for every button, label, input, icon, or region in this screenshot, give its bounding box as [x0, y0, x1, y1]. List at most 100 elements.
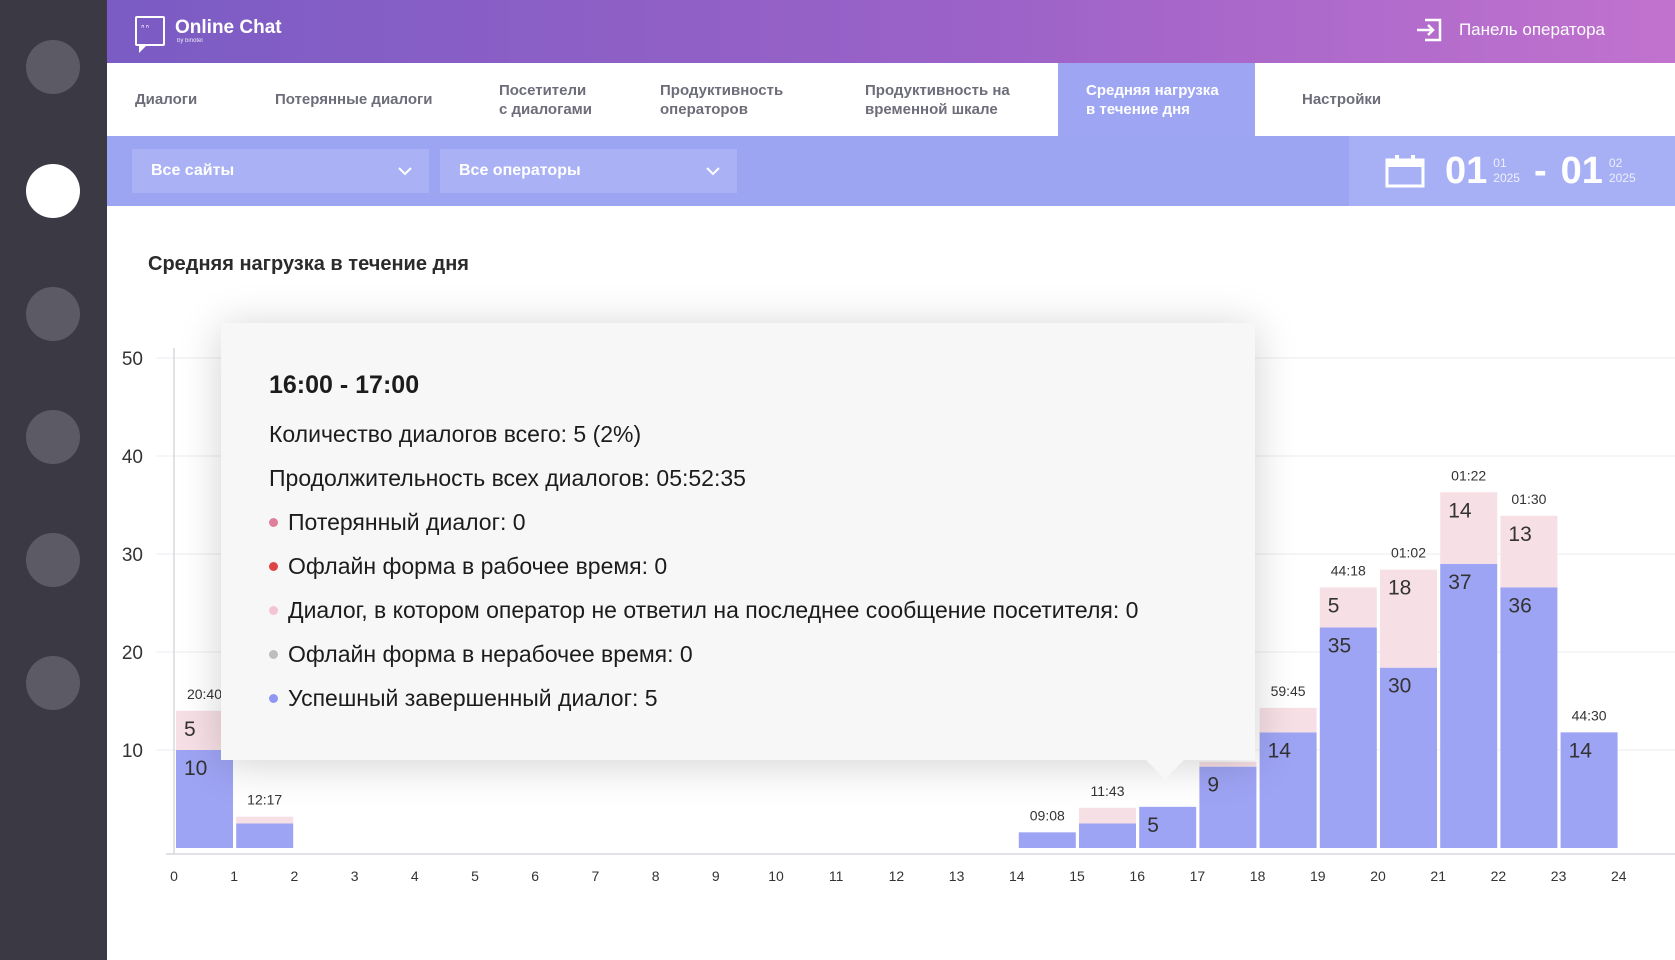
x-tick-label: 8 [652, 868, 660, 884]
x-tick-label: 24 [1611, 868, 1627, 884]
tab-average-daily-load[interactable]: Средняя нагрузка в течение дня [1058, 63, 1255, 136]
sites-select-value: Все сайты [151, 162, 235, 179]
bar-pending-value-label: 5 [184, 718, 196, 741]
bar-pending-hour-15 [1079, 807, 1136, 824]
chat-logo-icon: ᐢᐢ [135, 16, 165, 53]
tooltip-item-offline-work-hours: Офлайн форма в рабочее время: 0 [269, 553, 667, 580]
tooltip-item-label: Офлайн форма в рабочее время: 0 [288, 553, 668, 579]
tooltip-item-success: Успешный завершенный диалог: 5 [269, 685, 658, 712]
rail-nav-item-5[interactable] [26, 533, 80, 587]
tab-operator-productivity[interactable]: Продуктивность операторов [632, 63, 837, 136]
bar-success-value-label: 9 [1207, 774, 1219, 797]
x-tick-label: 18 [1250, 868, 1266, 884]
left-rail [0, 0, 107, 960]
bar-duration-label: 01:22 [1451, 467, 1486, 483]
chart-title: Средняя нагрузка в течение дня [148, 253, 469, 275]
tooltip-item-lost: Потерянный диалог: 0 [269, 509, 526, 536]
chevron-down-icon [706, 167, 720, 176]
y-tick-label: 10 [122, 741, 143, 762]
bar-pending-value-label: 5 [1328, 594, 1340, 617]
date-to-month: 02 [1608, 156, 1623, 170]
x-tick-label: 6 [531, 868, 539, 884]
bar-success-value-label: 36 [1508, 594, 1531, 617]
y-tick-label: 40 [122, 447, 143, 468]
rail-nav-item-6[interactable] [26, 656, 80, 710]
x-tick-label: 14 [1009, 868, 1025, 884]
x-tick-label: 9 [712, 868, 720, 884]
x-tick-label: 10 [768, 868, 784, 884]
rail-nav-item-3[interactable] [26, 287, 80, 341]
tooltip-item-label: Успешный завершенный диалог: 5 [288, 685, 658, 711]
tab-dialogs[interactable]: Диалоги [107, 63, 247, 136]
rail-nav-item-1[interactable] [26, 40, 80, 94]
brand-title: Online Chat [175, 17, 282, 38]
x-tick-label: 7 [592, 868, 600, 884]
bar-success-value-label: 5 [1147, 814, 1159, 837]
bar-pending-hour-17 [1199, 761, 1257, 767]
tooltip-item-label: Офлайн форма в нерабочее время: 0 [288, 641, 693, 667]
bar-success-hour-1 [236, 823, 294, 848]
x-tick-label: 3 [351, 868, 359, 884]
date-to-day: 01 [1560, 149, 1603, 192]
tooltip-pointer [1145, 759, 1185, 779]
rail-nav-item-2-active[interactable] [26, 164, 80, 218]
x-tick-label: 4 [411, 868, 419, 884]
operators-select[interactable]: Все операторы [440, 149, 737, 193]
bar-success-hour-22 [1500, 587, 1558, 848]
x-tick-label: 20 [1370, 868, 1386, 884]
bar-success-hour-21 [1440, 563, 1498, 848]
tab-settings[interactable]: Настройки [1255, 63, 1435, 136]
bar-pending-hour-18 [1259, 707, 1317, 733]
y-tick-label: 50 [122, 349, 143, 370]
tooltip-title: 16:00 - 17:00 [269, 371, 420, 399]
x-tick-label: 0 [170, 868, 178, 884]
brand-logo[interactable]: ᐢᐢ Online Chat by binotel [135, 16, 282, 53]
operators-select-value: Все операторы [459, 162, 581, 179]
bar-success-value-label: 14 [1569, 739, 1593, 762]
tab-timeline-productivity[interactable]: Продуктивность на временной шкале [837, 63, 1058, 136]
bar-duration-label: 44:30 [1572, 707, 1607, 723]
operator-panel-link[interactable]: Панель оператора [1415, 18, 1605, 42]
bar-success-value-label: 37 [1448, 571, 1471, 594]
offline-work-legend-dot [269, 562, 278, 571]
x-tick-label: 22 [1491, 868, 1507, 884]
app-header: ᐢᐢ Online Chat by binotel Панель операто… [107, 0, 1675, 63]
login-arrow-icon [1416, 18, 1442, 42]
date-from-month-year: 01 2025 [1493, 156, 1520, 186]
bar-duration-label: 01:30 [1511, 491, 1546, 507]
rail-nav-item-4[interactable] [26, 410, 80, 464]
date-from-year: 2025 [1493, 171, 1520, 185]
brand-subtitle: by binotel [177, 38, 203, 44]
x-tick-label: 12 [889, 868, 905, 884]
tab-lost-dialogs[interactable]: Потерянные диалоги [247, 63, 471, 136]
bar-duration-label: 20:40 [187, 686, 222, 702]
x-tick-label: 5 [471, 868, 479, 884]
x-tick-label: 11 [829, 868, 844, 884]
bar-duration-label: 01:02 [1391, 545, 1426, 561]
y-tick-label: 30 [122, 545, 143, 566]
sites-select[interactable]: Все сайты [132, 149, 429, 193]
operator-panel-label: Панель оператора [1458, 20, 1605, 39]
bar-success-value-label: 14 [1268, 739, 1292, 762]
bar-pending-value-label: 14 [1448, 499, 1472, 522]
bar-pending-value-label: 13 [1508, 523, 1531, 546]
lost-legend-dot [269, 518, 278, 527]
x-tick-label: 15 [1069, 868, 1085, 884]
tooltip-item-no-reply: Диалог, в котором оператор не ответил на… [269, 597, 1138, 624]
calendar-icon [1385, 155, 1425, 188]
date-range-picker[interactable]: 01 01 2025 - 01 02 2025 [1349, 136, 1675, 206]
bar-pending-value-label: 18 [1388, 577, 1411, 600]
x-tick-label: 19 [1310, 868, 1326, 884]
date-from-day: 01 [1445, 149, 1488, 192]
x-tick-label: 13 [949, 868, 965, 884]
bar-success-hour-15 [1079, 823, 1136, 848]
x-tick-label: 23 [1551, 868, 1567, 884]
bar-success-value-label: 30 [1388, 675, 1411, 698]
x-tick-label: 1 [230, 868, 238, 884]
bar-duration-label: 44:18 [1331, 562, 1366, 578]
x-tick-label: 21 [1430, 868, 1446, 884]
bar-duration-label: 59:45 [1271, 683, 1306, 699]
tab-visitors-with-dialogs[interactable]: Посетители с диалогами [471, 63, 632, 136]
offline-nonwork-legend-dot [269, 650, 278, 659]
x-tick-label: 2 [291, 868, 299, 884]
